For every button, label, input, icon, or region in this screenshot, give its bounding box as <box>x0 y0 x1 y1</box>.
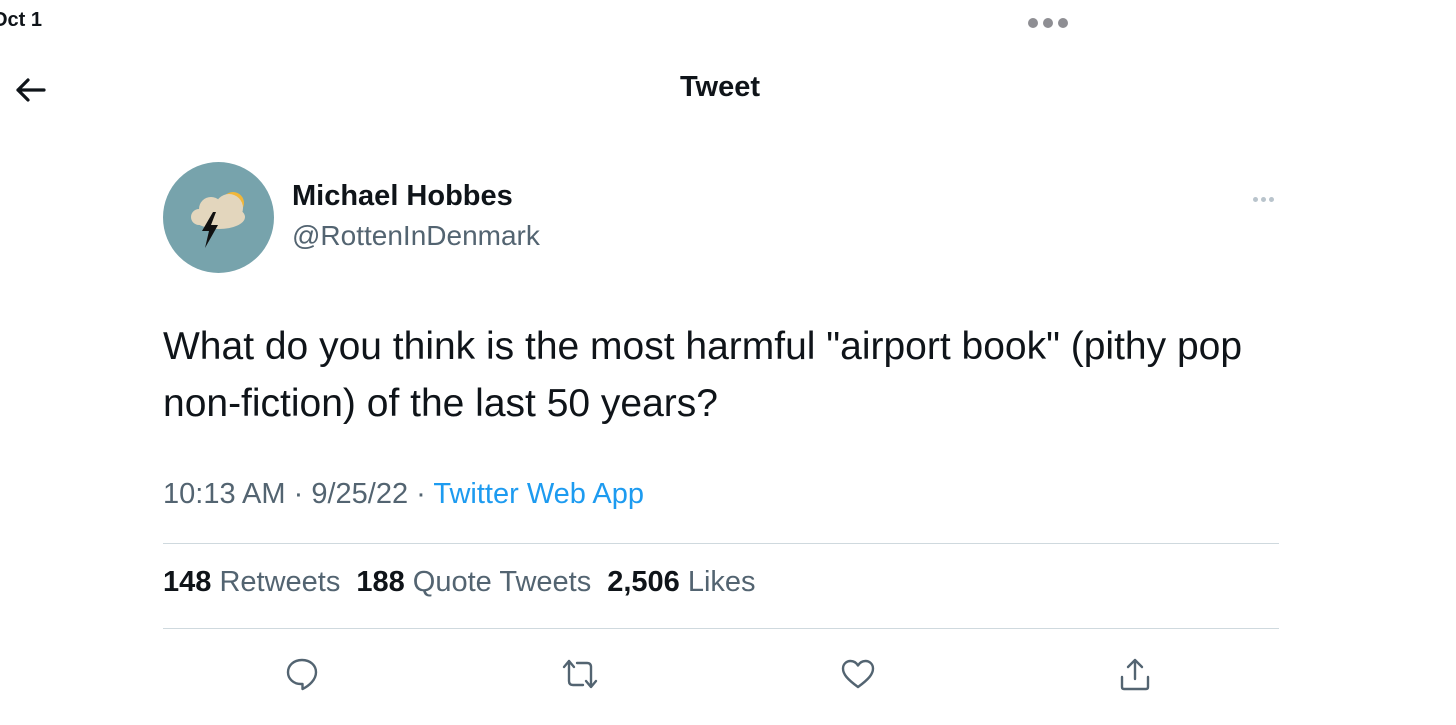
storm-cloud-icon <box>191 192 245 248</box>
meta-separator: · <box>293 478 304 510</box>
like-button[interactable] <box>838 654 878 694</box>
likes-label: Likes <box>687 566 756 598</box>
retweet-arrows-icon <box>562 659 598 689</box>
tweet-date: 9/25/22 <box>311 478 409 510</box>
reply-button[interactable] <box>282 654 322 694</box>
more-options-button[interactable] <box>1246 188 1280 210</box>
likes-stat[interactable]: 2,506 Likes <box>607 566 755 599</box>
tweet-source-link[interactable]: Twitter Web App <box>433 478 644 510</box>
retweet-button[interactable] <box>560 654 600 694</box>
divider <box>163 628 1279 629</box>
tweet-meta: 10:13 AM · 9/25/22 · Twitter Web App <box>163 478 644 511</box>
heart-icon <box>841 659 875 689</box>
share-upload-icon <box>1120 658 1150 691</box>
tweet-stats: 148 Retweets 188 Quote Tweets 2,506 Like… <box>163 566 756 599</box>
meta-separator: · <box>416 478 426 510</box>
avatar[interactable] <box>163 162 274 273</box>
tweet-detail-screen: Oct 1 Tweet Michael Hobbes @RottenInDenm… <box>0 0 1456 725</box>
page-title: Tweet <box>679 71 761 103</box>
retweets-count: 148 <box>163 566 212 598</box>
quote-tweets-label: Quote Tweets <box>412 566 592 598</box>
author-handle[interactable]: @RottenInDenmark <box>292 220 540 252</box>
quote-tweets-stat[interactable]: 188 Quote Tweets <box>356 566 591 599</box>
comment-bubble-icon <box>286 658 318 691</box>
retweets-stat[interactable]: 148 Retweets <box>163 566 340 599</box>
likes-count: 2,506 <box>607 566 680 598</box>
divider <box>163 543 1279 544</box>
tweet-time: 10:13 AM <box>163 478 286 510</box>
retweets-label: Retweets <box>219 566 341 598</box>
status-bar-date: Oct 1 <box>0 9 43 31</box>
multitasking-dots-icon[interactable] <box>1028 18 1068 28</box>
share-button[interactable] <box>1115 654 1155 694</box>
author-name[interactable]: Michael Hobbes <box>292 180 513 213</box>
more-horizontal-icon <box>1252 196 1258 202</box>
quote-tweets-count: 188 <box>356 566 405 598</box>
tweet-text: What do you think is the most harmful "a… <box>163 325 1243 425</box>
